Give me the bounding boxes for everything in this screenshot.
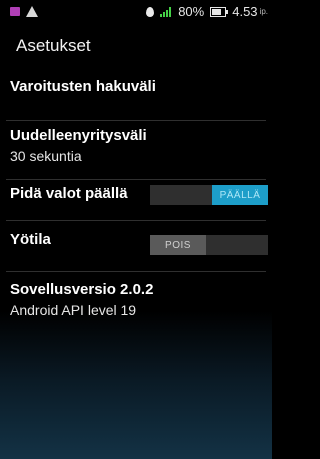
toggle-on-label: PÄÄLLÄ — [212, 185, 268, 205]
setting-title: Pidä valot päällä — [10, 185, 128, 202]
setting-app-version[interactable]: Sovellusversio 2.0.2 Android API level 1… — [0, 272, 272, 328]
page-title: Asetukset — [16, 36, 91, 55]
setting-title: Uudelleenyritysväli — [10, 127, 147, 144]
location-pin-icon — [146, 6, 155, 17]
notification-app-icon — [10, 7, 20, 16]
settings-list: Varoitusten hakuväli Uudelleenyritysväli… — [0, 70, 272, 459]
action-bar: Asetukset — [0, 24, 272, 70]
clock-suffix: ip. — [259, 7, 268, 16]
clock: 4.53 — [232, 4, 258, 19]
setting-retry-interval[interactable]: Uudelleenyritysväli 30 sekuntia — [0, 121, 272, 179]
setting-summary: Android API level 19 — [10, 302, 137, 318]
setting-alert-fetch-interval[interactable]: Varoitusten hakuväli — [0, 70, 272, 120]
setting-title: Varoitusten hakuväli — [10, 78, 156, 95]
setting-title: Sovellusversio 2.0.2 — [10, 281, 154, 298]
setting-summary: 30 sekuntia — [10, 148, 82, 164]
toggle-off-label: POIS — [150, 235, 206, 255]
keep-lights-on-toggle[interactable]: PÄÄLLÄ — [150, 185, 268, 205]
setting-night-mode[interactable]: Yötila POIS — [0, 221, 272, 271]
night-mode-toggle[interactable]: POIS — [150, 235, 268, 255]
setting-keep-lights-on[interactable]: Pidä valot päällä PÄÄLLÄ — [0, 180, 272, 220]
battery-icon — [210, 6, 229, 17]
status-bar: 80% 4.53 ip. — [0, 0, 272, 24]
signal-icon — [160, 6, 172, 17]
warning-icon — [26, 6, 38, 17]
setting-title: Yötila — [10, 231, 51, 248]
battery-percentage: 80% — [178, 4, 205, 19]
